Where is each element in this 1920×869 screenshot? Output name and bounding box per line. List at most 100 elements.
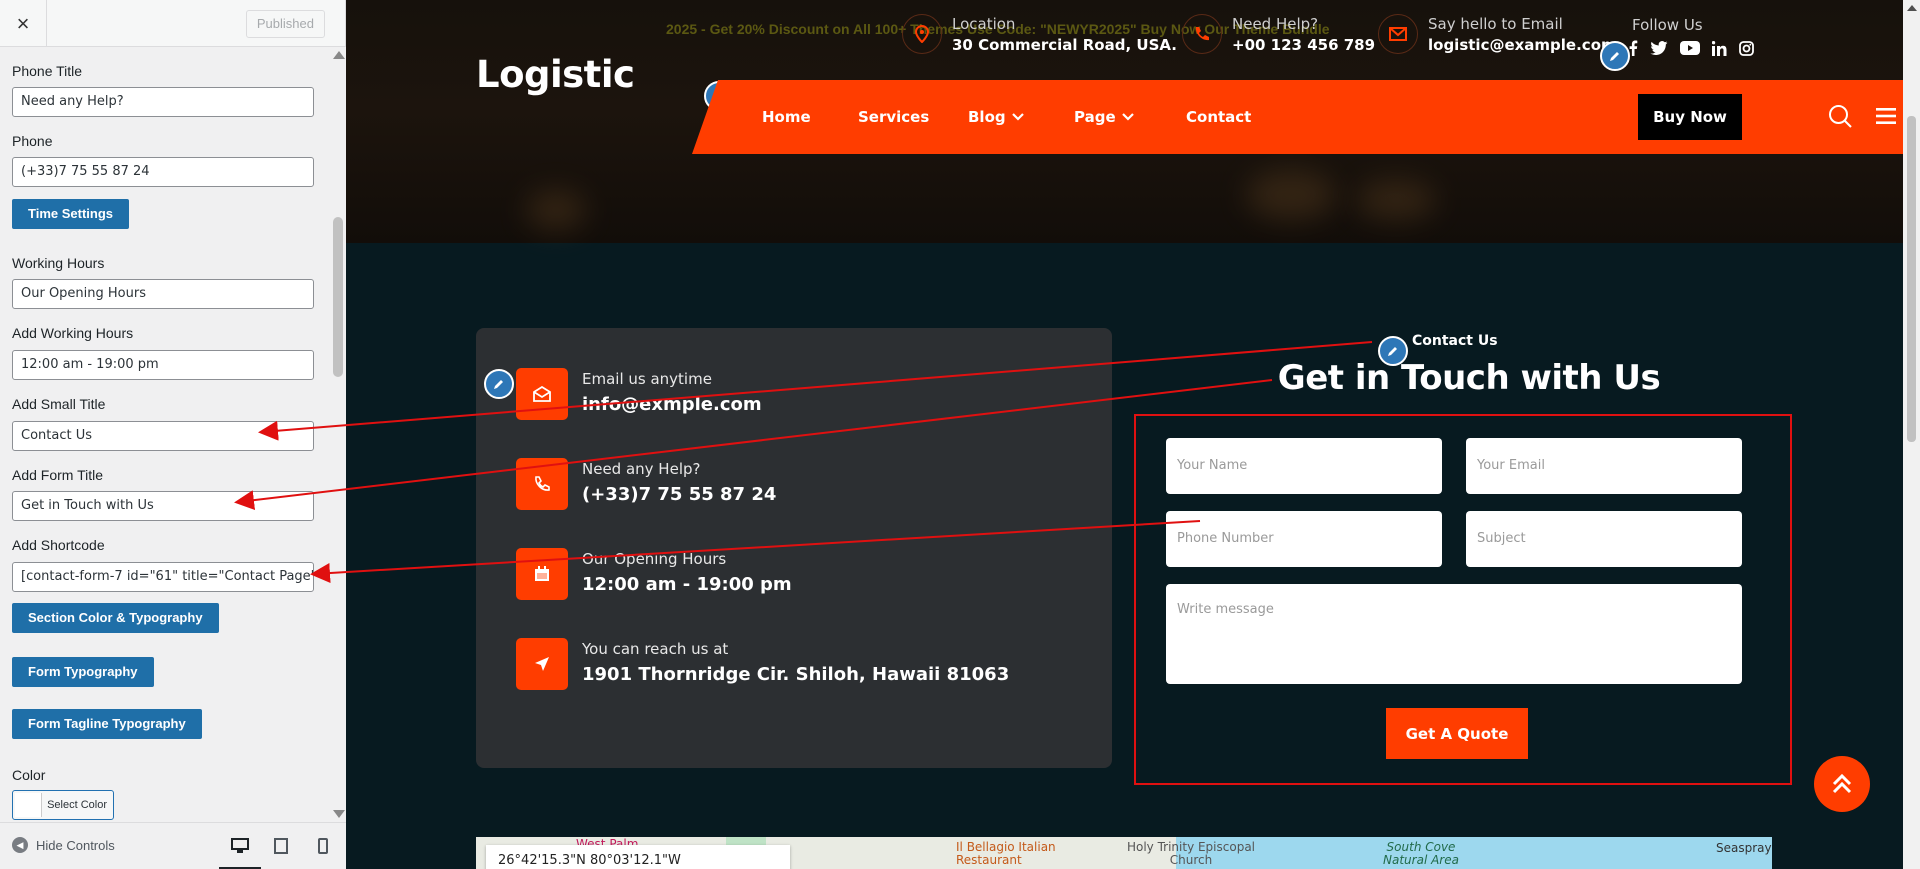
desktop-device-icon[interactable] [219, 835, 261, 869]
youtube-icon[interactable] [1680, 41, 1700, 55]
contact-form: Your Name Your Email Phone Number Subjec… [1134, 414, 1792, 785]
name-input[interactable]: Your Name [1166, 438, 1442, 494]
contact-phone-small: Need any Help? [582, 460, 701, 478]
help-value[interactable]: +00 123 456 789 [1232, 36, 1375, 54]
customizer-footer: ◀ Hide Controls [0, 822, 346, 869]
contact-phone-value[interactable]: (+33)7 75 55 87 24 [582, 484, 776, 505]
calendar-icon [516, 548, 568, 600]
nav-contact[interactable]: Contact [1186, 108, 1251, 126]
edit-shortcut-pencil-icon[interactable] [484, 369, 514, 399]
contact-hours-small: Our Opening Hours [582, 550, 727, 568]
add-working-hours-input[interactable]: 12:00 am - 19:00 pm [12, 350, 314, 380]
location-label: Location [952, 14, 1016, 33]
customizer-controls: Phone Title Need any Help? Phone (+33)7 … [0, 47, 330, 822]
contact-phone-row: Need any Help? (+33)7 75 55 87 24 [516, 458, 776, 510]
map-label-church: Holy Trinity Episcopal Church [1126, 840, 1256, 867]
email-label: Say hello to Email [1428, 14, 1563, 33]
search-icon[interactable] [1828, 104, 1852, 128]
select-color-button[interactable]: Select Color [12, 790, 114, 820]
mobile-device-icon[interactable] [312, 835, 334, 857]
preview-scrollbar[interactable] [1903, 0, 1920, 869]
nav-services[interactable]: Services [858, 108, 929, 126]
site-preview: 2025 - Get 20% Discount on All 100+ Them… [346, 0, 1920, 869]
follow-us-label: Follow Us [1632, 16, 1703, 34]
time-settings-button[interactable]: Time Settings [12, 199, 130, 229]
form-title-input[interactable]: Get in Touch with Us [12, 491, 314, 521]
chevron-down-icon [1121, 113, 1134, 121]
buy-now-button[interactable]: Buy Now [1638, 94, 1742, 140]
message-textarea[interactable]: Write message [1166, 584, 1742, 684]
phone-input[interactable]: (+33)7 75 55 87 24 [12, 157, 314, 187]
nav-blog-label: Blog [968, 108, 1006, 126]
social-links [1628, 40, 1754, 56]
working-hours-label: Working Hours [12, 255, 105, 271]
form-title: Get in Touch with Us [1277, 358, 1661, 398]
customizer-sidebar: × Published Phone Title Need any Help? P… [0, 0, 346, 869]
nav-home[interactable]: Home [762, 108, 811, 126]
contact-email-small: Email us anytime [582, 370, 712, 388]
map-embed[interactable]: West Palm Il Bellagio Italian Restaurant… [476, 837, 1772, 869]
form-typography-button[interactable]: Form Typography [12, 657, 154, 687]
email-value[interactable]: logistic@example.com [1428, 36, 1617, 54]
instagram-icon[interactable] [1739, 40, 1754, 56]
map-label-natural-area: South Cove Natural Area [1383, 840, 1459, 867]
help-label: Need Help? [1232, 14, 1319, 33]
phone-label: Phone [12, 133, 53, 149]
scroll-up-icon[interactable] [333, 51, 345, 59]
shortcode-label: Add Shortcode [12, 537, 105, 553]
color-label: Color [12, 767, 46, 783]
phone-icon [1182, 14, 1222, 54]
contact-hours-row: Our Opening Hours 12:00 am - 19:00 pm [516, 548, 792, 600]
email-info: Say hello to Email logistic@example.com [1378, 14, 1617, 54]
map-label-restaurant: Il Bellagio Italian Restaurant [956, 840, 1056, 867]
hamburger-menu-icon[interactable] [1876, 107, 1896, 125]
collapse-icon: ◀ [12, 837, 28, 853]
tablet-device-icon[interactable] [270, 835, 292, 857]
edit-shortcut-pencil-icon[interactable] [1600, 41, 1630, 71]
contact-email-value[interactable]: info@exmple.com [582, 394, 762, 415]
map-coordinates-card[interactable]: 26°42'15.3"N 80°03'12.1"W [486, 845, 790, 869]
phone-title-label: Phone Title [12, 63, 83, 79]
hide-controls-label: Hide Controls [36, 837, 115, 853]
subject-input[interactable]: Subject [1466, 511, 1742, 567]
phone-title-input[interactable]: Need any Help? [12, 87, 314, 117]
shortcode-input[interactable]: [contact-form-7 id="61" title="Contact P… [12, 562, 314, 592]
scroll-thumb[interactable] [333, 217, 343, 377]
scroll-to-top-button[interactable] [1814, 756, 1870, 812]
double-chevron-up-icon [1832, 773, 1852, 794]
nav-page[interactable]: Page [1074, 108, 1134, 126]
linkedin-icon[interactable] [1712, 40, 1727, 56]
help-info: Need Help? +00 123 456 789 [1182, 14, 1375, 54]
hide-controls-button[interactable]: ◀ Hide Controls [12, 837, 115, 853]
form-title-label: Add Form Title [12, 467, 104, 483]
envelope-open-icon [516, 368, 568, 420]
customizer-header: × Published [0, 0, 345, 47]
nav-blog[interactable]: Blog [968, 108, 1024, 126]
site-logo[interactable]: Logistic [476, 53, 635, 96]
twitter-icon[interactable] [1650, 40, 1668, 56]
contact-hours-value: 12:00 am - 19:00 pm [582, 574, 792, 595]
contact-address-row: You can reach us at 1901 Thornridge Cir.… [516, 638, 1009, 690]
nav-page-label: Page [1074, 108, 1116, 126]
map-label-seaspray: Seaspray A [1716, 841, 1772, 855]
phone-number-input[interactable]: Phone Number [1166, 511, 1442, 567]
form-tagline-typography-button[interactable]: Form Tagline Typography [12, 709, 202, 739]
phone-volume-icon [516, 458, 568, 510]
section-color-typography-button[interactable]: Section Color & Typography [12, 603, 219, 633]
small-title-input[interactable]: Contact Us [12, 421, 314, 451]
location-value: 30 Commercial Road, USA. [952, 35, 1177, 54]
chevron-down-icon [1011, 113, 1024, 121]
email-input[interactable]: Your Email [1466, 438, 1742, 494]
working-hours-input[interactable]: Our Opening Hours [12, 279, 314, 309]
scroll-down-icon[interactable] [333, 810, 345, 818]
close-icon[interactable]: × [0, 0, 47, 47]
scroll-thumb[interactable] [1907, 116, 1916, 442]
published-button[interactable]: Published [245, 10, 325, 38]
location-arrow-icon [516, 638, 568, 690]
small-title-label: Add Small Title [12, 396, 106, 412]
add-working-hours-label: Add Working Hours [12, 325, 134, 341]
scroll-up-icon[interactable] [1907, 5, 1917, 11]
customizer-scrollbar[interactable] [330, 47, 346, 822]
contact-address-small: You can reach us at [582, 640, 729, 658]
get-a-quote-button[interactable]: Get A Quote [1386, 708, 1528, 759]
